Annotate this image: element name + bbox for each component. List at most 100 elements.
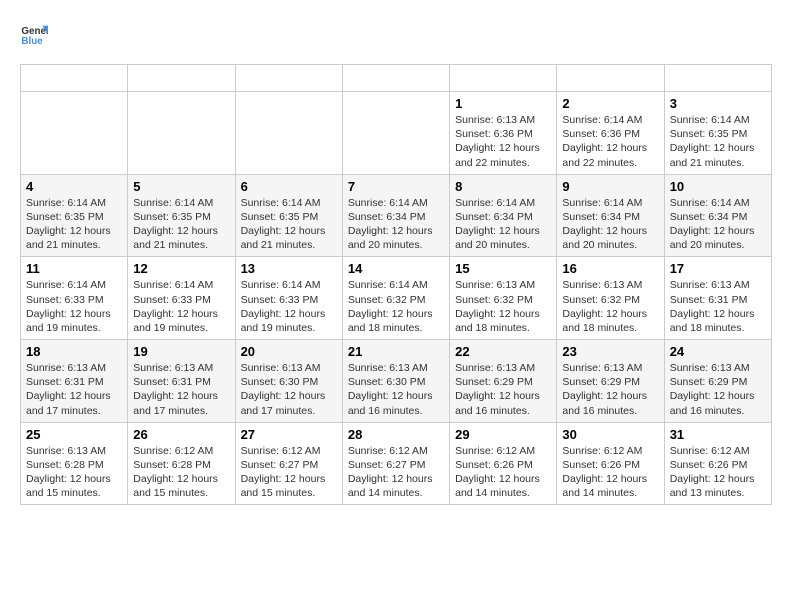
day-number: 9 — [562, 179, 658, 194]
calendar-cell: 14 Sunrise: 6:14 AM Sunset: 6:32 PM Dayli… — [342, 257, 449, 340]
cell-content: Sunrise: 6:14 AM Sunset: 6:36 PM Dayligh… — [562, 113, 658, 170]
cell-content: Sunrise: 6:14 AM Sunset: 6:35 PM Dayligh… — [241, 196, 337, 253]
calendar-cell: 4 Sunrise: 6:14 AM Sunset: 6:35 PM Daylig… — [21, 174, 128, 257]
calendar-cell: 15 Sunrise: 6:13 AM Sunset: 6:32 PM Dayli… — [450, 257, 557, 340]
cell-content: Sunrise: 6:14 AM Sunset: 6:34 PM Dayligh… — [348, 196, 444, 253]
day-header-tuesday: Tuesday — [235, 65, 342, 92]
cell-content: Sunrise: 6:12 AM Sunset: 6:26 PM Dayligh… — [562, 444, 658, 501]
calendar-table: SundayMondayTuesdayWednesdayThursdayFrid… — [20, 64, 772, 505]
cell-content: Sunrise: 6:13 AM Sunset: 6:31 PM Dayligh… — [133, 361, 229, 418]
cell-content: Sunrise: 6:14 AM Sunset: 6:34 PM Dayligh… — [562, 196, 658, 253]
calendar-cell: 11 Sunrise: 6:14 AM Sunset: 6:33 PM Dayli… — [21, 257, 128, 340]
calendar-cell: 9 Sunrise: 6:14 AM Sunset: 6:34 PM Daylig… — [557, 174, 664, 257]
calendar-cell: 16 Sunrise: 6:13 AM Sunset: 6:32 PM Dayli… — [557, 257, 664, 340]
calendar-cell: 5 Sunrise: 6:14 AM Sunset: 6:35 PM Daylig… — [128, 174, 235, 257]
day-number: 1 — [455, 96, 551, 111]
cell-content: Sunrise: 6:13 AM Sunset: 6:31 PM Dayligh… — [670, 278, 766, 335]
calendar-cell: 26 Sunrise: 6:12 AM Sunset: 6:28 PM Dayli… — [128, 422, 235, 505]
cell-content: Sunrise: 6:13 AM Sunset: 6:30 PM Dayligh… — [241, 361, 337, 418]
cell-content: Sunrise: 6:14 AM Sunset: 6:34 PM Dayligh… — [670, 196, 766, 253]
day-number: 4 — [26, 179, 122, 194]
cell-content: Sunrise: 6:14 AM Sunset: 6:35 PM Dayligh… — [670, 113, 766, 170]
day-header-monday: Monday — [128, 65, 235, 92]
day-number: 27 — [241, 427, 337, 442]
day-number: 8 — [455, 179, 551, 194]
day-number: 23 — [562, 344, 658, 359]
day-number: 5 — [133, 179, 229, 194]
day-number: 19 — [133, 344, 229, 359]
cell-content: Sunrise: 6:13 AM Sunset: 6:31 PM Dayligh… — [26, 361, 122, 418]
logo-icon: General Blue — [20, 20, 48, 48]
day-number: 26 — [133, 427, 229, 442]
day-number: 14 — [348, 261, 444, 276]
cell-content: Sunrise: 6:12 AM Sunset: 6:28 PM Dayligh… — [133, 444, 229, 501]
day-number: 28 — [348, 427, 444, 442]
cell-content: Sunrise: 6:13 AM Sunset: 6:36 PM Dayligh… — [455, 113, 551, 170]
cell-content: Sunrise: 6:14 AM Sunset: 6:33 PM Dayligh… — [241, 278, 337, 335]
cell-content: Sunrise: 6:14 AM Sunset: 6:33 PM Dayligh… — [26, 278, 122, 335]
calendar-cell: 21 Sunrise: 6:13 AM Sunset: 6:30 PM Dayli… — [342, 340, 449, 423]
svg-text:Blue: Blue — [21, 36, 43, 47]
day-number: 7 — [348, 179, 444, 194]
cell-content: Sunrise: 6:14 AM Sunset: 6:35 PM Dayligh… — [26, 196, 122, 253]
day-header-friday: Friday — [557, 65, 664, 92]
day-number: 18 — [26, 344, 122, 359]
day-number: 15 — [455, 261, 551, 276]
calendar-cell: 2 Sunrise: 6:14 AM Sunset: 6:36 PM Daylig… — [557, 92, 664, 175]
calendar-cell: 23Sunrise: 6:13 AM Sunset: 6:29 PM Dayli… — [557, 340, 664, 423]
day-number: 2 — [562, 96, 658, 111]
day-number: 6 — [241, 179, 337, 194]
cell-content: Sunrise: 6:13 AM Sunset: 6:32 PM Dayligh… — [562, 278, 658, 335]
calendar-cell: 22Sunrise: 6:13 AM Sunset: 6:29 PM Dayli… — [450, 340, 557, 423]
calendar-cell: 29 Sunrise: 6:12 AM Sunset: 6:26 PM Dayli… — [450, 422, 557, 505]
calendar-cell: 18 Sunrise: 6:13 AM Sunset: 6:31 PM Dayli… — [21, 340, 128, 423]
day-number: 17 — [670, 261, 766, 276]
cell-content: Sunrise: 6:14 AM Sunset: 6:32 PM Dayligh… — [348, 278, 444, 335]
cell-content: Sunrise: 6:13 AM Sunset: 6:28 PM Dayligh… — [26, 444, 122, 501]
day-number: 21 — [348, 344, 444, 359]
day-header-saturday: Saturday — [664, 65, 771, 92]
page-header: General Blue — [20, 20, 772, 48]
cell-content: Sunrise: 6:14 AM Sunset: 6:33 PM Dayligh… — [133, 278, 229, 335]
calendar-cell: 28 Sunrise: 6:12 AM Sunset: 6:27 PM Dayli… — [342, 422, 449, 505]
day-number: 25 — [26, 427, 122, 442]
calendar-cell: 31Sunrise: 6:12 AM Sunset: 6:26 PM Dayli… — [664, 422, 771, 505]
day-number: 11 — [26, 261, 122, 276]
day-number: 30 — [562, 427, 658, 442]
calendar-cell: 13 Sunrise: 6:14 AM Sunset: 6:33 PM Dayli… — [235, 257, 342, 340]
cell-content: Sunrise: 6:12 AM Sunset: 6:26 PM Dayligh… — [670, 444, 766, 501]
calendar-cell: 8 Sunrise: 6:14 AM Sunset: 6:34 PM Daylig… — [450, 174, 557, 257]
calendar-cell: 27 Sunrise: 6:12 AM Sunset: 6:27 PM Dayli… — [235, 422, 342, 505]
day-number: 29 — [455, 427, 551, 442]
day-number: 16 — [562, 261, 658, 276]
calendar-cell: 17 Sunrise: 6:13 AM Sunset: 6:31 PM Dayli… — [664, 257, 771, 340]
cell-content: Sunrise: 6:14 AM Sunset: 6:35 PM Dayligh… — [133, 196, 229, 253]
calendar-cell: 3Sunrise: 6:14 AM Sunset: 6:35 PM Daylig… — [664, 92, 771, 175]
day-number: 22 — [455, 344, 551, 359]
day-header-sunday: Sunday — [21, 65, 128, 92]
day-number: 13 — [241, 261, 337, 276]
day-header-wednesday: Wednesday — [342, 65, 449, 92]
calendar-cell — [342, 92, 449, 175]
day-number: 10 — [670, 179, 766, 194]
calendar-cell: 10 Sunrise: 6:14 AM Sunset: 6:34 PM Dayli… — [664, 174, 771, 257]
cell-content: Sunrise: 6:12 AM Sunset: 6:27 PM Dayligh… — [241, 444, 337, 501]
calendar-cell: 19 Sunrise: 6:13 AM Sunset: 6:31 PM Dayli… — [128, 340, 235, 423]
day-header-thursday: Thursday — [450, 65, 557, 92]
cell-content: Sunrise: 6:12 AM Sunset: 6:27 PM Dayligh… — [348, 444, 444, 501]
logo: General Blue — [20, 20, 52, 48]
cell-content: Sunrise: 6:12 AM Sunset: 6:26 PM Dayligh… — [455, 444, 551, 501]
cell-content: Sunrise: 6:14 AM Sunset: 6:34 PM Dayligh… — [455, 196, 551, 253]
calendar-cell — [21, 92, 128, 175]
day-number: 20 — [241, 344, 337, 359]
calendar-cell — [235, 92, 342, 175]
calendar-cell — [128, 92, 235, 175]
calendar-cell: 30 Sunrise: 6:12 AM Sunset: 6:26 PM Dayli… — [557, 422, 664, 505]
cell-content: Sunrise: 6:13 AM Sunset: 6:30 PM Dayligh… — [348, 361, 444, 418]
calendar-cell: 6 Sunrise: 6:14 AM Sunset: 6:35 PM Daylig… — [235, 174, 342, 257]
day-number: 24 — [670, 344, 766, 359]
calendar-cell: 1 Sunrise: 6:13 AM Sunset: 6:36 PM Daylig… — [450, 92, 557, 175]
calendar-cell: 12Sunrise: 6:14 AM Sunset: 6:33 PM Dayli… — [128, 257, 235, 340]
calendar-cell: 20 Sunrise: 6:13 AM Sunset: 6:30 PM Dayli… — [235, 340, 342, 423]
cell-content: Sunrise: 6:13 AM Sunset: 6:32 PM Dayligh… — [455, 278, 551, 335]
